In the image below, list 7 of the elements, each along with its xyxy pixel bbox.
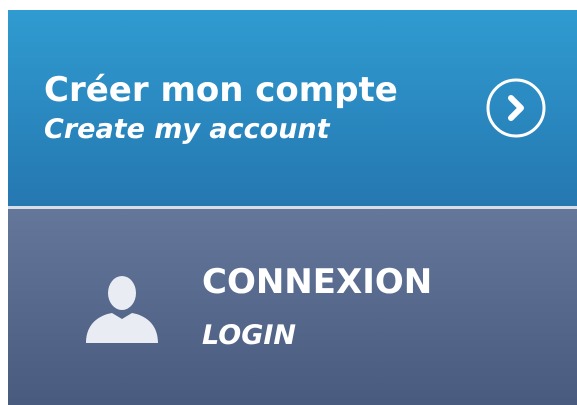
chevron-right-circle-icon	[485, 77, 547, 139]
create-account-link[interactable]: Créer mon compte Create my account	[8, 10, 577, 206]
create-account-subtitle: Create my account	[44, 113, 332, 147]
login-title: CONNEXION	[202, 261, 432, 304]
login-subtitle: LOGIN	[202, 319, 297, 353]
create-account-title: Créer mon compte	[44, 69, 399, 112]
login-link[interactable]: CONNEXION LOGIN	[8, 209, 577, 405]
